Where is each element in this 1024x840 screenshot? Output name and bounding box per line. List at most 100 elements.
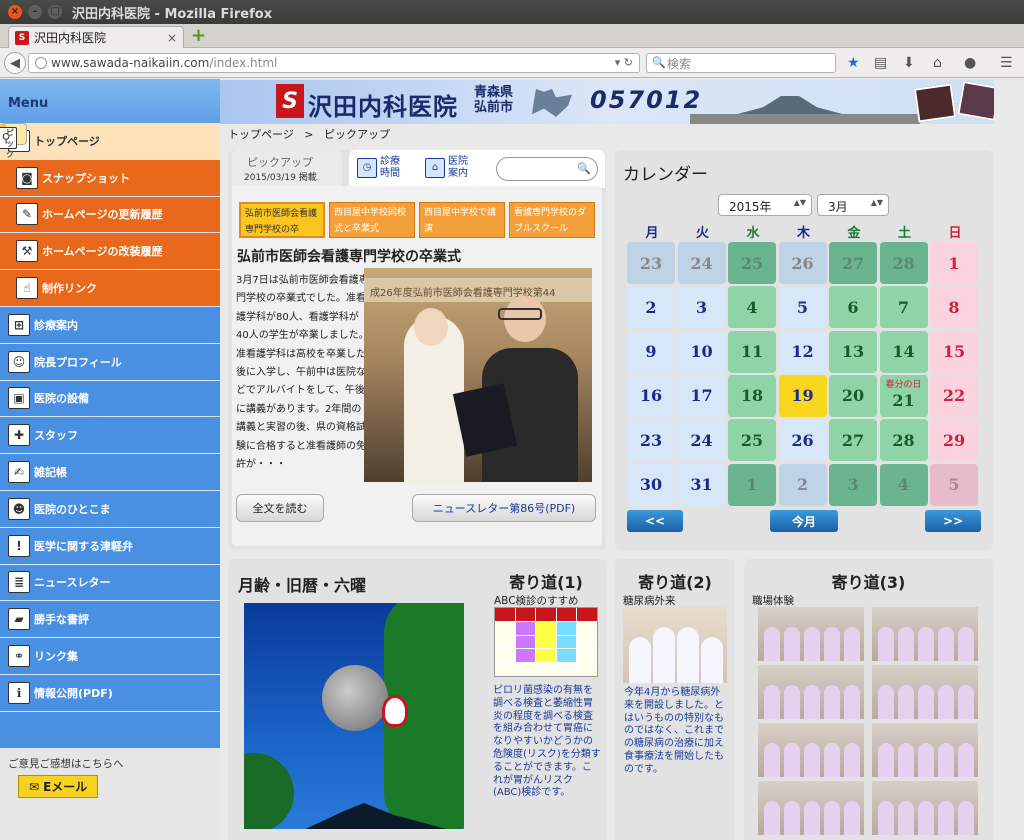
window-close-button[interactable]: × <box>8 5 22 19</box>
calendar-day[interactable]: 13 <box>829 330 877 373</box>
news-tab-nishimeya-lecture[interactable]: 西目屋中学校で講演 <box>419 202 505 238</box>
calendar-day[interactable]: 3 <box>677 286 726 329</box>
calendar-day[interactable]: 8 <box>930 286 978 329</box>
breadcrumb: トップページ > ピックアップ <box>228 126 390 142</box>
yorimichi-2-panel[interactable]: 寄り道(2) 糖尿病外来 今年4月から糖尿病外来を開設しました。とはいうものの特… <box>615 559 735 840</box>
email-button[interactable]: ✉ Eメール <box>18 775 99 798</box>
calendar-day[interactable]: 25 <box>728 419 776 462</box>
sidebar-item-info-disclosure[interactable]: ℹ 情報公開(PDF) <box>0 675 220 712</box>
clinic-hours-link[interactable]: ◷ 診療時間 <box>357 156 406 180</box>
prev-month-button[interactable]: << <box>627 510 683 532</box>
sidebar-item-director-profile[interactable]: ☺ 院長プロフィール <box>0 344 220 381</box>
sidebar-item-renovation-history[interactable]: ⚒ ホームページの改装履歴 <box>0 233 220 271</box>
calendar-day[interactable]: 19 <box>778 374 827 417</box>
calendar-day[interactable]: 1 <box>930 242 978 284</box>
sidebar-item-clinic-info[interactable]: ⊞ 診療案内 <box>0 307 220 344</box>
calendar-day[interactable]: 27 <box>829 242 877 284</box>
site-search-input[interactable]: 🔍 <box>496 157 598 181</box>
sidebar-item-update-history[interactable]: ✎ ホームページの更新履歴 <box>0 196 220 234</box>
calendar-day[interactable]: 2 <box>627 286 675 329</box>
calendar-day[interactable]: 10 <box>677 330 726 373</box>
clinic-guide-link[interactable]: ⌂ 医院案内 <box>425 156 474 180</box>
yorimichi-3-panel[interactable]: 寄り道(3) 職場体験 <box>744 559 993 840</box>
calendar-day[interactable]: 4 <box>728 286 776 329</box>
calendar-day[interactable]: 16 <box>627 374 675 417</box>
download-icon[interactable]: ⬇ <box>903 55 915 71</box>
calendar-day[interactable]: 28 <box>879 242 928 284</box>
calendar-day[interactable]: 11 <box>728 330 776 373</box>
sidebar-item-notebook[interactable]: ✍ 雑記帳 <box>0 454 220 491</box>
calendar-day[interactable]: 22 <box>930 374 978 417</box>
menu-icon[interactable]: ☰ <box>1000 55 1013 71</box>
sidebar-item-tsugaru-dialect[interactable]: ! 医学に関する津軽弁 <box>0 528 220 565</box>
site-banner[interactable]: S 沢田内科医院 青森県 弘前市 057012 <box>220 80 994 124</box>
read-more-button[interactable]: 全文を読む <box>236 494 324 522</box>
calendar-day[interactable]: 23 <box>627 419 675 462</box>
next-month-button[interactable]: >> <box>925 510 981 532</box>
new-tab-icon[interactable]: + <box>191 27 206 45</box>
news-tab-nishimeya-ceremony[interactable]: 西目屋中学校同校式と卒業式 <box>329 202 415 238</box>
calendar-day[interactable]: 26 <box>778 242 827 284</box>
news-tab-double-school[interactable]: 看護専門学校のダブルスクール <box>509 202 595 238</box>
calendar-day[interactable]: 26 <box>778 419 827 462</box>
calendar-day[interactable]: 25 <box>728 242 776 284</box>
calendar-day[interactable]: 5 <box>930 463 978 506</box>
sidebar-item-links[interactable]: ⚭ リンク集 <box>0 638 220 675</box>
sidebar-item-pickup[interactable]: ⚲ ピックアップ <box>0 123 27 192</box>
yorimichi-1-panel[interactable]: 寄り道(1) ABC検診のすすめ ピロリ菌感染の有無を調べる検査と萎縮性胃炎の程… <box>486 559 606 840</box>
sidebar-item-newsletter[interactable]: ≣ ニュースレター <box>0 565 220 602</box>
news-tab-nursing-graduation[interactable]: 弘前市医師会看護専門学校の卒 <box>239 202 325 238</box>
calendar-day[interactable]: 1 <box>728 463 776 506</box>
reading-list-icon[interactable]: ▤ <box>874 55 887 71</box>
calendar-day[interactable]: 18 <box>728 374 776 417</box>
calendar-day[interactable]: 28 <box>879 419 928 462</box>
month-select[interactable]: 3月 ▲▼ <box>817 194 889 216</box>
home-icon[interactable]: ⌂ <box>933 55 942 71</box>
calendar-day[interactable]: 7 <box>879 286 928 329</box>
breadcrumb-home[interactable]: トップページ <box>228 128 294 141</box>
reload-icon[interactable]: ▾ ↻ <box>615 56 633 69</box>
year-select[interactable]: 2015年 ▲▼ <box>718 194 812 216</box>
sidebar-item-equipment[interactable]: ▣ 医院の設備 <box>0 381 220 418</box>
search-icon: 🔍 <box>577 162 591 175</box>
sidebar-item-book-reviews[interactable]: ▰ 勝手な書評 <box>0 601 220 639</box>
calendar-day[interactable]: 4 <box>879 463 928 506</box>
calendar-day[interactable]: 17 <box>677 374 726 417</box>
calendar-day[interactable]: 20 <box>829 374 877 417</box>
url-bar[interactable]: www.sawada-naikaiin.com/index.html ▾ ↻ <box>28 53 640 73</box>
sidebar-item-production-links[interactable]: ☝ 制作リンク <box>0 270 220 307</box>
browser-tab[interactable]: S 沢田内科医院 × <box>8 26 184 48</box>
bookmark-star-icon[interactable]: ★ <box>847 55 860 71</box>
newsletter-pdf-button[interactable]: ニュースレター第86号(PDF) <box>412 494 596 522</box>
sidebar-item-snapshot[interactable]: ◙ スナップショット <box>0 159 220 197</box>
calendar-day[interactable]: 3 <box>829 463 877 506</box>
window-maximize-button[interactable]: □ <box>48 5 62 19</box>
calendar-day[interactable]: 9 <box>627 330 675 373</box>
calendar-day[interactable]: 12 <box>778 330 827 373</box>
window-minimize-button[interactable]: – <box>28 5 42 19</box>
calendar-day[interactable]: 2 <box>778 463 827 506</box>
tab-close-icon[interactable]: × <box>167 31 177 45</box>
back-button[interactable]: ◀ <box>4 52 26 74</box>
calendar-day[interactable]: 29 <box>930 419 978 462</box>
calendar-day[interactable]: 23 <box>627 242 675 284</box>
sidebar-item-staff[interactable]: ✚ スタッフ <box>0 417 220 455</box>
calendar-day-number: 4 <box>746 297 758 317</box>
calendar-day[interactable]: 春分の日 21 <box>879 374 928 417</box>
browser-search-input[interactable]: 🔍 検索 <box>646 53 836 73</box>
handshake-icon: ⚭ <box>8 645 30 668</box>
chevron-updown-icon: ▲▼ <box>870 198 883 207</box>
calendar-day[interactable]: 24 <box>677 242 726 284</box>
sidebar-item-clinic-moments[interactable]: ☻ 医院のひとこま <box>0 491 220 528</box>
calendar-day[interactable]: 24 <box>677 419 726 462</box>
calendar-day[interactable]: 5 <box>778 286 827 329</box>
calendar-day[interactable]: 31 <box>677 463 726 506</box>
calendar-day[interactable]: 6 <box>829 286 877 329</box>
calendar-day[interactable]: 27 <box>829 419 877 462</box>
current-month-button[interactable]: 今月 <box>770 510 838 532</box>
calendar-day[interactable]: 15 <box>930 330 978 373</box>
calendar-day[interactable]: 14 <box>879 330 928 373</box>
sidebar-item-top[interactable]: ⌂ トップページ <box>0 123 220 160</box>
chat-icon[interactable]: ● <box>964 55 976 71</box>
calendar-day[interactable]: 30 <box>627 463 675 506</box>
